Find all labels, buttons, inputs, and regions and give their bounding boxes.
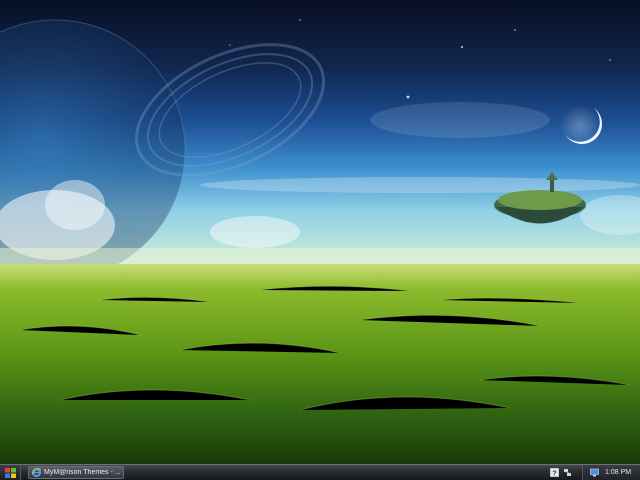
clock[interactable]: 1:08 PM [605, 469, 631, 476]
taskbar-item-mymarison-themes[interactable]: MyM@rison Themes - ... [28, 466, 124, 479]
taskbar: MyM@rison Themes - ... ? 1:08 PM [0, 464, 640, 480]
display-icon[interactable] [590, 468, 599, 477]
wallpaper [0, 0, 640, 464]
desktop [0, 0, 640, 464]
windows-flag-icon [4, 467, 16, 478]
start-button[interactable] [0, 465, 21, 480]
svg-text:?: ? [552, 470, 556, 477]
clock-area: 1:08 PM [582, 465, 640, 480]
network-icon[interactable] [563, 468, 572, 477]
taskbar-item-label: MyM@rison Themes - ... [44, 469, 121, 476]
help-icon[interactable]: ? [550, 468, 559, 477]
internet-explorer-icon [32, 468, 41, 477]
